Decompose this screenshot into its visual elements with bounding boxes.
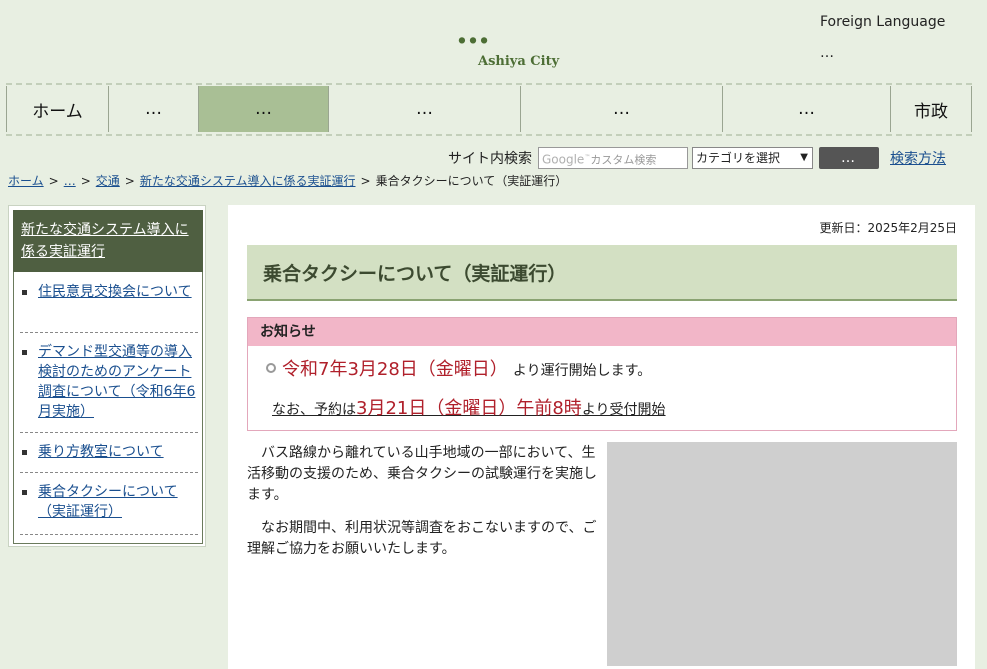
- sidebar-list: 住民意見交換会について デマンド型交通等の導入検討のためのアンケート調査について…: [13, 272, 203, 544]
- reservation-suffix: より受付開始: [581, 402, 666, 418]
- nav-kurashi[interactable]: …: [108, 86, 198, 132]
- start-date-rest: より運行開始します。: [512, 363, 652, 379]
- global-nav: ホーム … … … … … 市政: [6, 86, 972, 132]
- sidebar-item: デマンド型交通等の導入検討のためのアンケート調査について（令和6年6月実施）: [22, 342, 198, 422]
- nav-top-divider: [6, 83, 972, 85]
- city-emblem-icon: …: [376, 8, 438, 70]
- nav-bousai-anzen[interactable]: …: [198, 86, 328, 132]
- city-name: …: [456, 12, 496, 52]
- search-button[interactable]: …: [819, 147, 879, 169]
- page-title: 乗合タクシーについて（実証運行）: [263, 263, 567, 285]
- breadcrumb-new-transport[interactable]: 新たな交通システム導入に係る実証運行: [140, 174, 356, 188]
- breadcrumb: ホーム >… > 交通 > 新たな交通システム導入に係る実証運行 > 乗合タクシーについて（実…: [8, 174, 568, 188]
- bullet-icon: [22, 450, 27, 455]
- foreign-language-label: Foreign Language: [820, 14, 946, 30]
- paragraph: なお期間中、利用状況等調査をおこないますので、ご理解ご協力をお願いいたします。: [247, 520, 597, 557]
- circle-bullet-icon: [266, 363, 276, 373]
- google-brand-text: Google: [542, 152, 585, 167]
- foreign-language-link[interactable]: … Foreign Language: [788, 14, 945, 30]
- sidebar-item: 住民意見交換会について: [22, 282, 198, 302]
- nav-shisei[interactable]: 市政: [890, 86, 972, 132]
- category-select[interactable]: カテゴリを選択 ▼: [692, 147, 813, 169]
- breadcrumb-bousai[interactable]: …: [64, 174, 76, 188]
- updated-date: 更新日：2025年2月25日: [819, 221, 957, 235]
- search-input[interactable]: Google™カスタム検索: [538, 147, 688, 169]
- sidebar-item-shared-taxi[interactable]: 乗合タクシーについて（実証運行）: [38, 482, 198, 522]
- chevron-down-icon: ▼: [800, 152, 808, 163]
- notice-heading: お知らせ: [248, 318, 956, 346]
- ornament-icon: …: [881, 249, 957, 299]
- page-title-band: 乗合タクシーについて（実証運行） …: [247, 245, 957, 301]
- body-text: バス路線から離れている山手地域の一部において、生活移動の支援のため、乗合タクシー…: [247, 443, 599, 572]
- start-date-highlight: 令和7年3月28日（金曜日）: [282, 359, 508, 380]
- site-logo[interactable]: … … Ashiya City: [376, 8, 606, 72]
- sidebar-item: 乗合タクシーについて（実証運行）: [22, 482, 198, 522]
- breadcrumb-koutsuu[interactable]: 交通: [96, 174, 120, 188]
- leaf-sprig-icon: …: [788, 14, 812, 30]
- breadcrumb-current: 乗合タクシーについて（実証運行）: [375, 174, 568, 188]
- reservation-date-highlight: 3月21日（金曜日）午前8時: [356, 398, 582, 419]
- category-select-value: カテゴリを選択: [696, 151, 781, 165]
- main-content: 更新日：2025年2月25日 乗合タクシーについて（実証運行） … お知らせ 令…: [228, 205, 975, 669]
- nav-sangyou[interactable]: …: [722, 86, 890, 132]
- bullet-icon: [22, 350, 27, 355]
- leaf-sprig-icon: …: [788, 45, 812, 61]
- sidebar-item: 乗り方教室について: [22, 442, 198, 462]
- sidebar-heading-link[interactable]: 新たな交通システム導入に係る実証運行: [13, 210, 203, 272]
- bullet-icon: [22, 290, 27, 295]
- search-help-link[interactable]: 検索方法: [890, 148, 946, 168]
- text-size-color-link[interactable]: … …: [788, 45, 834, 61]
- text-size-color-label: …: [820, 45, 834, 61]
- nav-home[interactable]: ホーム: [6, 86, 108, 132]
- notice-start-date: 令和7年3月28日（金曜日） より運行開始します。: [266, 355, 651, 381]
- shared-taxi-photo: …: [607, 442, 957, 666]
- nav-bottom-divider: [6, 134, 972, 136]
- bullet-icon: [22, 490, 27, 495]
- search-placeholder: カスタム検索: [590, 153, 657, 167]
- nav-kenkou-fukushi[interactable]: …: [328, 86, 520, 132]
- sidebar: 新たな交通システム導入に係る実証運行 住民意見交換会について デマンド型交通等の…: [8, 205, 206, 547]
- taxi-illustration: …: [607, 442, 957, 666]
- sidebar-item-survey[interactable]: デマンド型交通等の導入検討のためのアンケート調査について（令和6年6月実施）: [38, 342, 198, 422]
- breadcrumb-home[interactable]: ホーム: [8, 174, 44, 188]
- reservation-prefix: なお、予約は: [272, 402, 356, 418]
- sidebar-item-residents-meeting[interactable]: 住民意見交換会について: [38, 282, 198, 302]
- site-search-label: サイト内検索: [448, 151, 532, 167]
- city-name-en: Ashiya City: [478, 54, 560, 69]
- nav-kyouiku-bunka[interactable]: …: [520, 86, 722, 132]
- sidebar-item-class[interactable]: 乗り方教室について: [38, 442, 198, 462]
- paragraph: バス路線から離れている山手地域の一部において、生活移動の支援のため、乗合タクシー…: [247, 445, 597, 503]
- notice-reservation: なお、予約は3月21日（金曜日）午前8時より受付開始: [272, 394, 666, 420]
- notice-box: お知らせ 令和7年3月28日（金曜日） より運行開始します。 なお、予約は3月2…: [247, 317, 957, 431]
